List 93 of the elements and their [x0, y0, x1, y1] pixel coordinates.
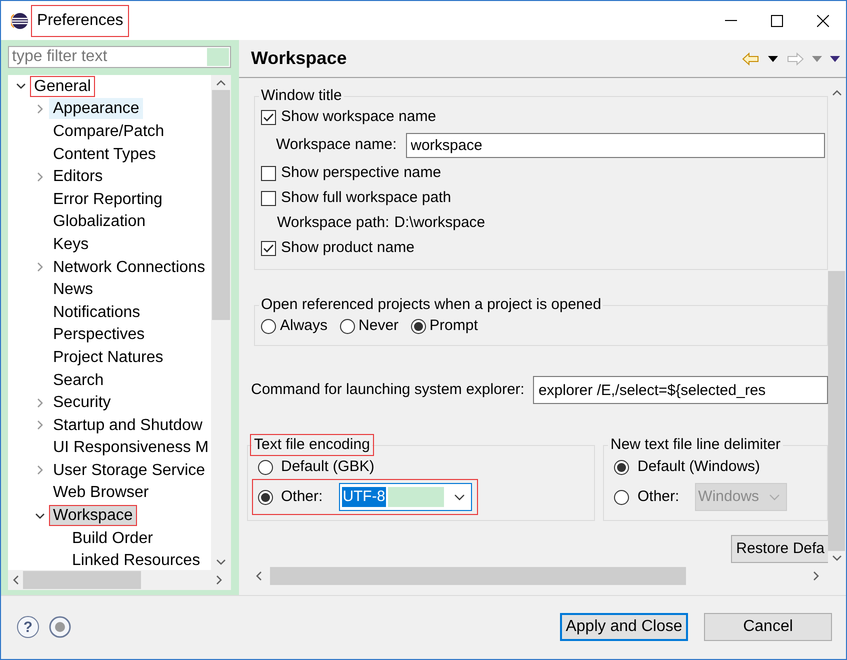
checkbox-label: Show workspace name: [281, 107, 436, 128]
tree-item[interactable]: Network Connections: [49, 256, 210, 278]
info-label: Workspace path:: [277, 213, 390, 234]
field-label: Command for launching system explorer:: [251, 380, 524, 400]
text-field[interactable]: workspace: [406, 133, 824, 158]
chevron-right-icon[interactable]: [35, 104, 45, 114]
chevron-right-icon[interactable]: [216, 575, 223, 585]
app-logo-icon: [11, 12, 29, 30]
chevron-right-icon[interactable]: [35, 262, 45, 272]
radio-label: Other:: [637, 486, 680, 507]
dropdown[interactable]: UTF-8: [338, 483, 472, 511]
tree-item[interactable]: UI Responsiveness M: [49, 437, 211, 458]
tree-item[interactable]: Build Order: [68, 528, 157, 549]
scrollbar-thumb[interactable]: [212, 90, 230, 320]
radio-label: Default (Windows): [637, 456, 760, 477]
checkbox[interactable]: [261, 191, 276, 206]
chevron-right-icon[interactable]: [812, 571, 820, 581]
checkbox-label: Show full workspace path: [281, 188, 452, 208]
chevron-right-icon[interactable]: [35, 398, 45, 408]
radio-label: Always: [280, 316, 328, 336]
radio-button[interactable]: [261, 319, 276, 334]
chevron-right-icon[interactable]: [35, 420, 45, 430]
tree-item[interactable]: Editors: [49, 166, 107, 188]
window-title: Preferences: [33, 6, 128, 34]
checkbox-label: Show product name: [281, 238, 414, 258]
tree-item[interactable]: Appearance: [49, 98, 144, 120]
tree-item[interactable]: Security: [49, 392, 115, 414]
radio-label: Other:: [281, 486, 323, 507]
text-field[interactable]: explorer /E,/select=${selected_res: [533, 376, 828, 404]
tree-item[interactable]: Error Reporting: [49, 188, 166, 210]
radio-button[interactable]: [258, 490, 273, 504]
tree-item[interactable]: Keys: [49, 234, 93, 255]
chevron-down-icon[interactable]: [16, 81, 26, 92]
tree-item[interactable]: Content Types: [49, 144, 160, 165]
chevron-left-icon[interactable]: [12, 575, 19, 585]
radio-button[interactable]: [614, 460, 630, 474]
tree-item[interactable]: Perspectives: [49, 324, 149, 346]
close-icon[interactable]: [817, 14, 829, 26]
dropdown-icon[interactable]: [768, 56, 778, 62]
checkbox[interactable]: [261, 241, 276, 256]
info-value: D:\workspace: [394, 213, 486, 234]
chevron-right-icon[interactable]: [35, 465, 45, 476]
tree-item[interactable]: News: [49, 279, 98, 300]
checkbox[interactable]: [261, 166, 276, 181]
tree-item[interactable]: Globalization: [49, 211, 150, 232]
chevron-left-icon[interactable]: [255, 571, 262, 581]
chevron-down-icon[interactable]: [832, 555, 842, 562]
tree-item[interactable]: Web Browser: [49, 482, 153, 504]
checkbox[interactable]: [261, 110, 276, 125]
radio-button[interactable]: [340, 319, 355, 334]
scrollbar[interactable]: [211, 75, 231, 570]
tree-item[interactable]: Startup and Shutdow: [49, 414, 206, 436]
help-button[interactable]: ?: [17, 616, 39, 638]
tree-item[interactable]: Search: [49, 370, 108, 391]
filter-field[interactable]: type filter text: [8, 46, 231, 68]
tree-item[interactable]: Workspace: [49, 505, 137, 526]
radio-button[interactable]: [614, 490, 630, 504]
group-label: Text file encoding: [252, 436, 372, 454]
tree-item[interactable]: Linked Resources: [68, 550, 204, 570]
radio-label: Prompt: [430, 316, 478, 336]
group-label: Window title: [260, 87, 343, 105]
apply-and-close-button[interactable]: Apply and Close: [560, 613, 688, 641]
chevron-down-icon[interactable]: [454, 494, 466, 500]
tree-item[interactable]: User Storage Service: [49, 460, 210, 481]
radio-button[interactable]: [258, 460, 273, 474]
scrollbar[interactable]: [8, 570, 231, 590]
view-menu-icon[interactable]: [830, 56, 840, 62]
scrollbar-thumb[interactable]: [23, 571, 141, 589]
record-icon[interactable]: [49, 616, 71, 638]
maximize-icon[interactable]: [771, 14, 783, 26]
group-label: Open referenced projects when a project is opened: [260, 296, 602, 314]
cancel-button[interactable]: Cancel: [704, 613, 832, 641]
group-label: New text file line delimiter: [609, 436, 782, 454]
scrollbar-thumb[interactable]: [270, 567, 686, 585]
checkbox-label: Show perspective name: [281, 163, 442, 184]
page-title: Workspace: [251, 48, 347, 70]
radio-label: Default (GBK): [281, 456, 374, 477]
tree-item[interactable]: General: [30, 76, 95, 97]
radio-label: Never: [358, 316, 399, 336]
scrollbar-thumb[interactable]: [828, 271, 846, 551]
chevron-right-icon[interactable]: [35, 172, 45, 182]
chevron-up-icon[interactable]: [216, 79, 226, 86]
chevron-up-icon[interactable]: [832, 89, 842, 96]
tree-item[interactable]: Notifications: [49, 302, 144, 323]
tree-item[interactable]: Compare/Patch: [49, 120, 168, 142]
chevron-down-icon[interactable]: [216, 559, 226, 566]
field-label: Workspace name:: [276, 135, 397, 156]
chevron-down-icon[interactable]: [35, 510, 45, 521]
color-block: [207, 48, 229, 66]
radio-button[interactable]: [410, 319, 426, 334]
restore-defaults-button[interactable]: Restore Defa: [731, 535, 828, 563]
tree-item[interactable]: Project Natures: [49, 346, 168, 368]
minimize-icon[interactable]: [725, 20, 737, 22]
